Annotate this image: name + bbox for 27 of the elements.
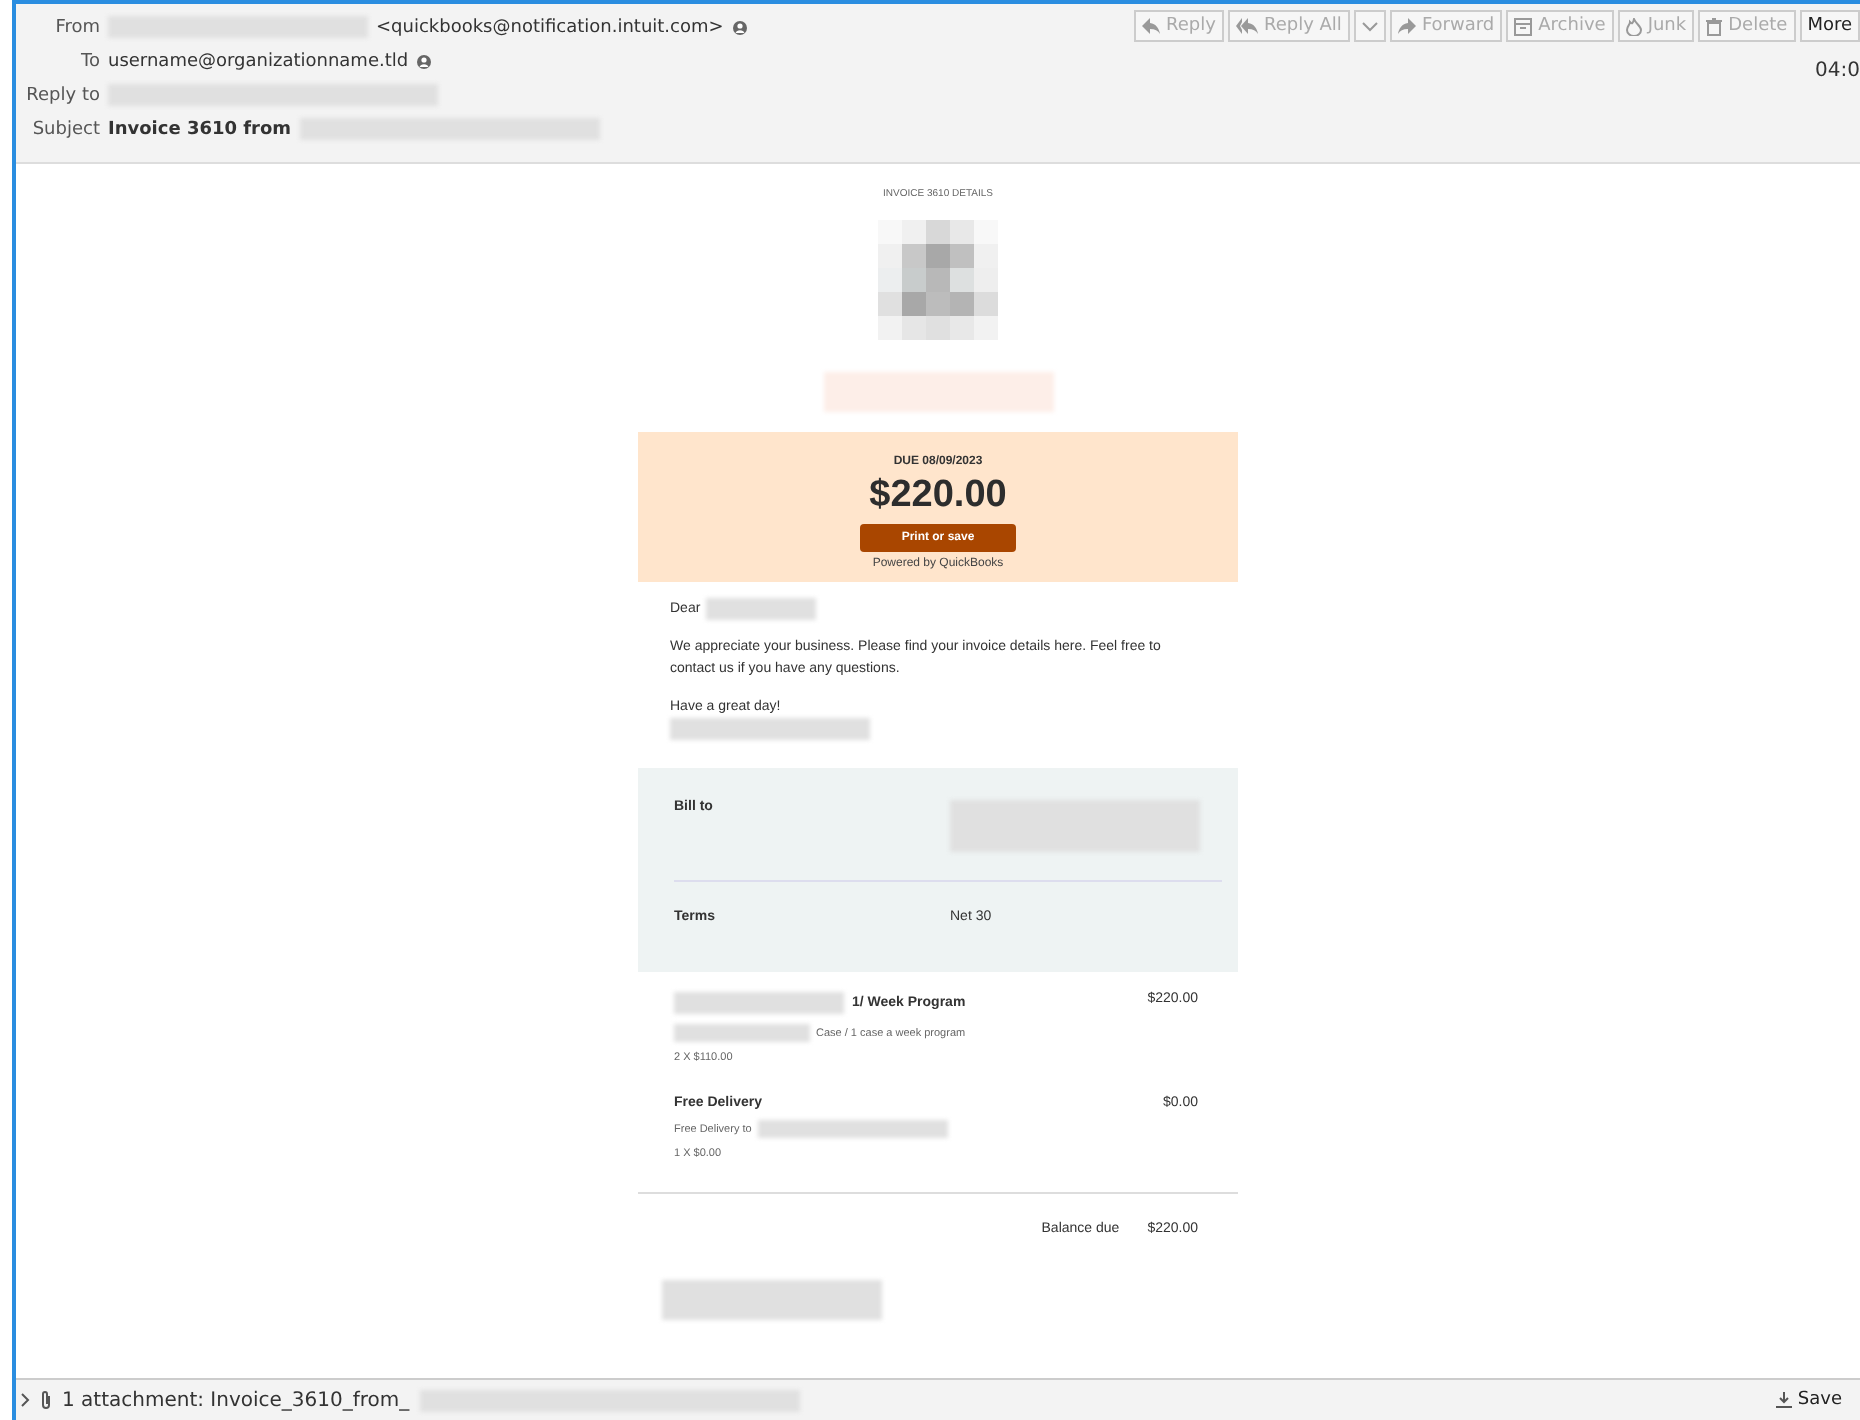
- caret-icon: [1361, 21, 1378, 31]
- redacted-logo: [878, 220, 998, 340]
- reply-all-icon: [1235, 18, 1258, 34]
- field-label: To: [79, 49, 100, 73]
- download-icon: [1775, 1392, 1792, 1408]
- contact-icon[interactable]: [416, 53, 433, 69]
- field-label: Subject: [30, 117, 100, 141]
- save-button[interactable]: Save: [1769, 1384, 1848, 1416]
- field-label: From: [53, 15, 100, 39]
- field-value[interactable]: username@organizationname.tld: [108, 51, 409, 71]
- trash-icon: [1706, 17, 1723, 35]
- field-value[interactable]: <quickbooks@notification.intuit.com>: [376, 17, 724, 37]
- archive-icon: [1514, 17, 1533, 35]
- flame-icon: [1625, 17, 1642, 35]
- field-label: Reply to: [24, 83, 100, 107]
- paperclip-icon: [40, 1390, 52, 1410]
- attachment-summary[interactable]: 1 attachment: Invoice_3610_from_: [62, 1389, 410, 1411]
- amount-due: $220.00: [869, 474, 1007, 518]
- reply-icon: [1142, 18, 1161, 34]
- message-time: 04:0: [1815, 60, 1860, 82]
- forward-icon: [1397, 18, 1416, 34]
- redacted-text: [674, 1024, 810, 1042]
- contact-icon[interactable]: [731, 19, 748, 35]
- redacted-text: [706, 598, 817, 620]
- expand-icon[interactable]: [20, 1392, 30, 1408]
- toolbar-button[interactable]: More: [1799, 10, 1860, 42]
- field-value[interactable]: Invoice 3610 from: [108, 119, 292, 139]
